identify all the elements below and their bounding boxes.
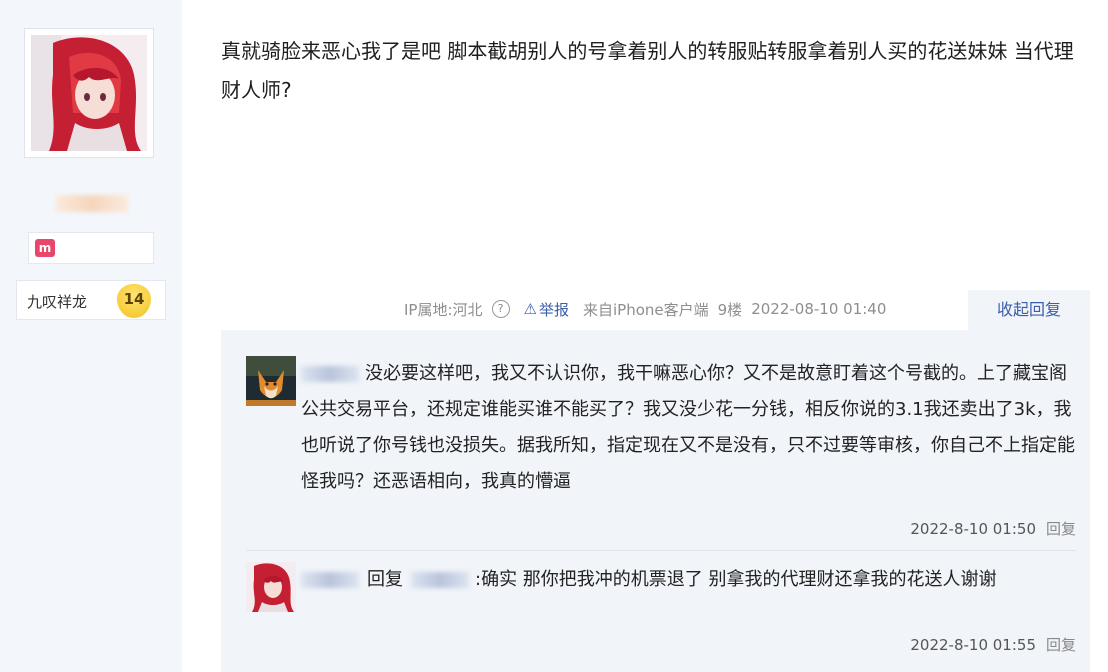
reply-meta: 2022-8-10 01:50 回复 bbox=[910, 518, 1076, 539]
report-link[interactable]: 举报 bbox=[539, 299, 569, 320]
username-redacted bbox=[301, 366, 359, 382]
level-title: 九叹祥龙 bbox=[27, 293, 88, 311]
user-info-column: m 九叹祥龙 14 bbox=[0, 0, 182, 672]
member-badge[interactable]: m bbox=[28, 232, 154, 264]
divider bbox=[246, 550, 1076, 551]
post-content: 真就骑脸来恶心我了是吧 脚本截胡别人的号拿着别人的转服贴转服拿着别人买的花送妹妹… bbox=[221, 39, 1074, 102]
client-source: 来自iPhone客户端 bbox=[583, 300, 709, 319]
username-redacted bbox=[411, 572, 469, 588]
avatar[interactable] bbox=[246, 562, 296, 612]
reply-button[interactable]: 回复 bbox=[1046, 520, 1076, 538]
avatar[interactable] bbox=[246, 356, 296, 406]
reply-timestamp: 2022-8-10 01:55 bbox=[910, 636, 1036, 654]
reply-meta: 2022-8-10 01:55 回复 bbox=[910, 634, 1076, 655]
forum-level[interactable]: 九叹祥龙 14 bbox=[16, 280, 166, 320]
ip-location: IP属地:河北 bbox=[404, 300, 483, 319]
reply-text: 没必要这样吧，我又不认识你，我干嘛恶心你？又不是故意盯着这个号截的。上了藏宝阁公… bbox=[301, 363, 1075, 492]
reply-timestamp: 2022-8-10 01:50 bbox=[910, 520, 1036, 538]
level-badge: 14 bbox=[117, 284, 151, 318]
warning-triangle-icon[interactable]: ⚠ bbox=[524, 300, 537, 318]
collapse-reply-button[interactable]: 收起回复 bbox=[968, 290, 1090, 330]
username-redacted bbox=[56, 195, 128, 212]
reply-button[interactable]: 回复 bbox=[1046, 636, 1076, 654]
post-timestamp: 2022-08-10 01:40 bbox=[751, 300, 887, 318]
avatar[interactable] bbox=[24, 28, 154, 158]
member-m-icon: m bbox=[35, 239, 55, 257]
reply-to-label: 回复 bbox=[367, 569, 403, 590]
reply-content: 回复 :确实 那你把我冲的机票退了 别拿我的代理财还拿我的花送人谢谢 bbox=[301, 562, 1081, 598]
help-icon[interactable]: ? bbox=[491, 300, 510, 318]
reply-list: 没必要这样吧，我又不认识你，我干嘛恶心你？又不是故意盯着这个号截的。上了藏宝阁公… bbox=[221, 330, 1090, 672]
username-redacted bbox=[301, 572, 359, 588]
floor-number: 9楼 bbox=[717, 300, 743, 319]
reply-text: :确实 那你把我冲的机票退了 别拿我的代理财还拿我的花送人谢谢 bbox=[475, 569, 997, 590]
reply-content: 没必要这样吧，我又不认识你，我干嘛恶心你？又不是故意盯着这个号截的。上了藏宝阁公… bbox=[301, 356, 1081, 500]
avatar-art bbox=[31, 35, 147, 151]
reply-item: 没必要这样吧，我又不认识你，我干嘛恶心你？又不是故意盯着这个号截的。上了藏宝阁公… bbox=[246, 356, 1076, 546]
reply-item: 回复 :确实 那你把我冲的机票退了 别拿我的代理财还拿我的花送人谢谢 2022-8… bbox=[246, 562, 1076, 662]
post-meta-bar: IP属地:河北 ? ⚠ 举报 来自iPhone客户端 9楼 2022-08-10… bbox=[404, 297, 895, 321]
